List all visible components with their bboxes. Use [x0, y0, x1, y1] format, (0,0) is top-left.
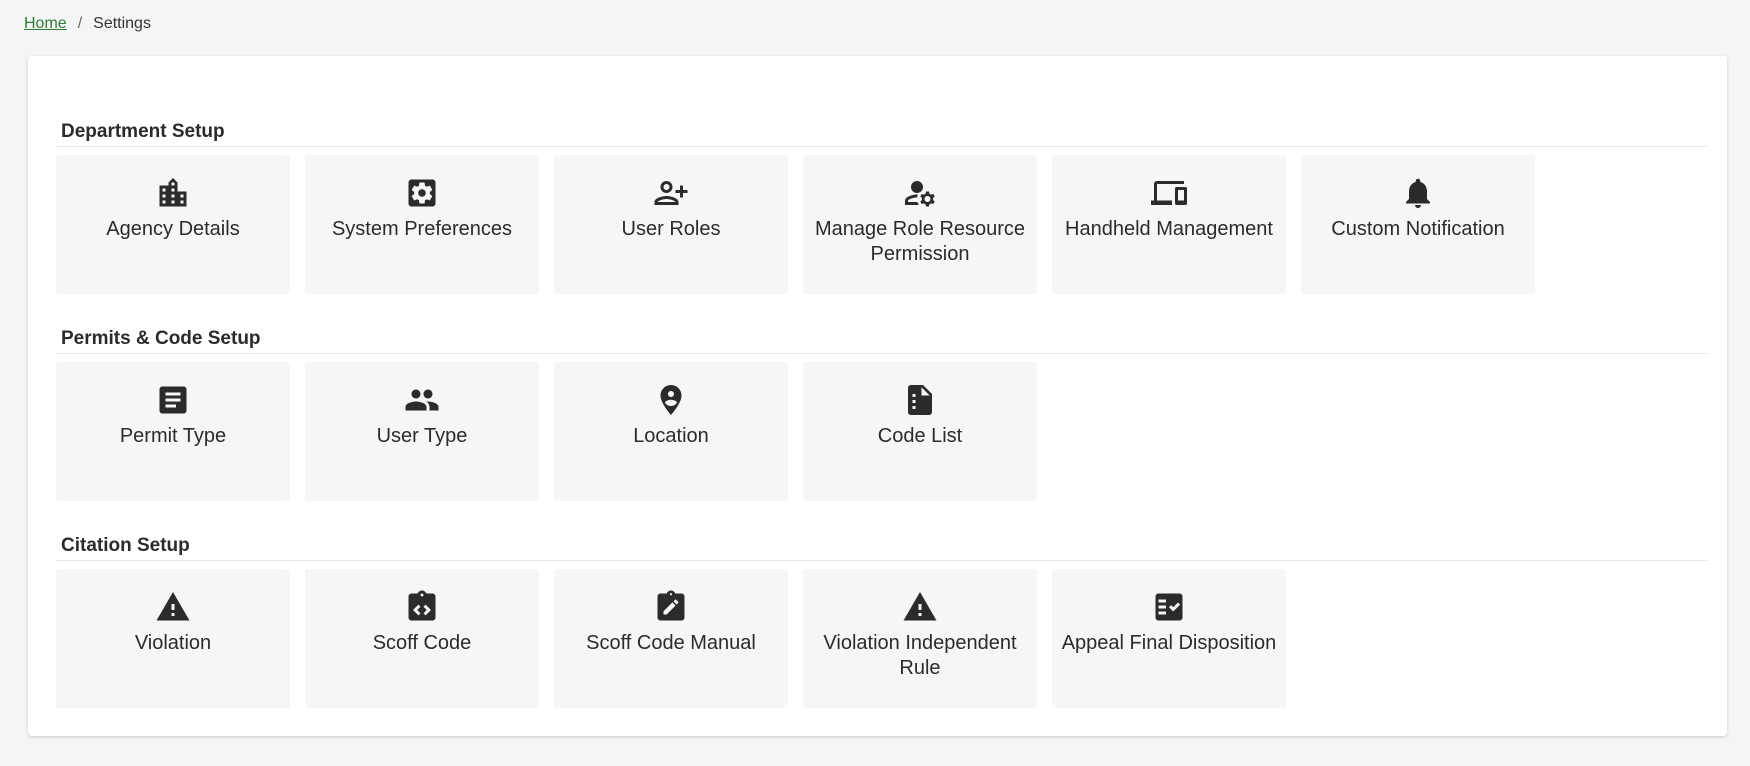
note-list-icon	[908, 385, 932, 415]
tile-label: System Preferences	[331, 218, 513, 240]
tile-system-preferences[interactable]: System Preferences	[305, 155, 539, 294]
building-icon	[159, 178, 187, 207]
tile-appeal-final-disposition[interactable]: Appeal Final Disposition	[1052, 569, 1286, 708]
tile-label: Custom Notification	[1331, 218, 1505, 240]
person-gear-icon	[905, 181, 935, 207]
tile-label: Violation	[134, 632, 212, 654]
tile-grid: Permit Type User Type Location Code List	[56, 362, 1052, 501]
tile-code-list[interactable]: Code List	[803, 362, 1037, 501]
article-icon	[159, 386, 187, 414]
breadcrumb-separator: /	[77, 15, 83, 32]
tile-label: Location	[633, 425, 709, 447]
section-divider	[56, 560, 1707, 561]
tile-label: Violation Independent Rule	[823, 632, 1017, 679]
people-icon	[405, 389, 439, 411]
breadcrumb: Home / Settings	[24, 15, 151, 33]
person-add-icon	[654, 181, 688, 205]
tile-label: Handheld Management	[1065, 218, 1273, 240]
tile-violation[interactable]: Violation	[56, 569, 290, 708]
breadcrumb-current: Settings	[93, 15, 151, 32]
tile-user-roles[interactable]: User Roles	[554, 155, 788, 294]
breadcrumb-home-link[interactable]: Home	[24, 15, 67, 33]
tile-label: Manage Role Resource Permission	[814, 218, 1026, 265]
tile-label: User Type	[376, 425, 468, 447]
tile-permit-type[interactable]: Permit Type	[56, 362, 290, 501]
tile-label: Code List	[877, 425, 963, 447]
tile-agency-details[interactable]: Agency Details	[56, 155, 290, 294]
tile-scoff-code[interactable]: Scoff Code	[305, 569, 539, 708]
tile-label: User Roles	[621, 218, 721, 240]
tile-label: Appeal Final Disposition	[1061, 632, 1277, 654]
tile-label: Scoff Code	[372, 632, 472, 654]
tile-user-type[interactable]: User Type	[305, 362, 539, 501]
tile-manage-role-resource-permission[interactable]: Manage Role Resource Permission	[803, 155, 1037, 294]
clipboard-edit-icon	[657, 590, 685, 621]
section-title: Permits & Code Setup	[61, 328, 261, 349]
tile-location[interactable]: Location	[554, 362, 788, 501]
section-title: Citation Setup	[61, 535, 190, 556]
tile-label: Agency Details	[106, 218, 240, 240]
warning-icon	[903, 592, 937, 621]
section-divider	[56, 146, 1707, 147]
tile-label: Scoff Code Manual	[586, 632, 756, 654]
tile-violation-independent-rule[interactable]: Violation Independent Rule	[803, 569, 1037, 708]
devices-icon	[1151, 181, 1187, 205]
clipboard-code-icon	[408, 590, 436, 621]
section-divider	[56, 353, 1707, 354]
section-title: Department Setup	[61, 121, 225, 142]
tile-grid: Agency Details System Preferences User R…	[56, 155, 1550, 294]
tile-handheld-management[interactable]: Handheld Management	[1052, 155, 1286, 294]
tile-label: Permit Type	[119, 425, 227, 447]
bell-icon	[1406, 178, 1430, 208]
location-pin-icon	[660, 385, 682, 415]
tile-grid: Violation Scoff Code Scoff Code Manual V…	[56, 569, 1301, 708]
warning-icon	[156, 592, 190, 621]
checklist-icon	[1155, 593, 1183, 621]
tile-custom-notification[interactable]: Custom Notification	[1301, 155, 1535, 294]
tile-scoff-code-manual[interactable]: Scoff Code Manual	[554, 569, 788, 708]
settings-gear-icon	[408, 179, 436, 207]
